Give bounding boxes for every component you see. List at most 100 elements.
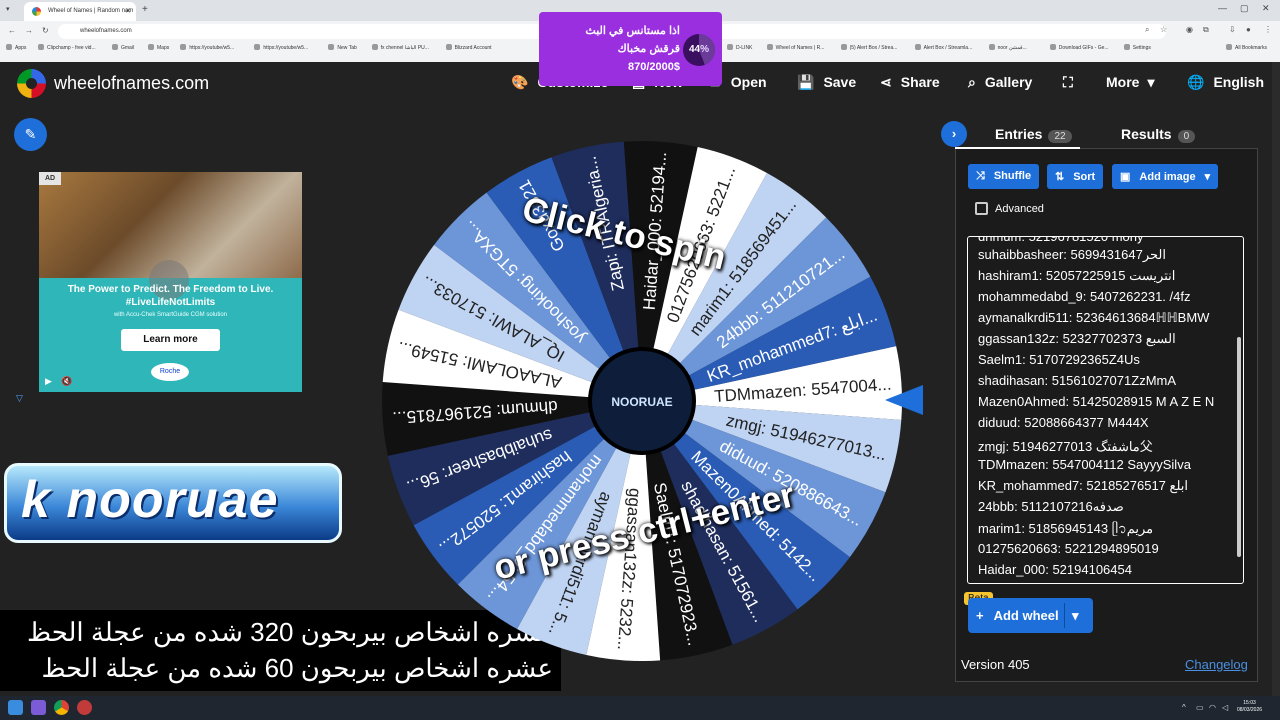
bookmark-item[interactable]: fx chennel الباشا PU...	[372, 44, 429, 51]
donation-percent: 44%	[683, 34, 715, 66]
tab-results[interactable]: Results 0	[1121, 126, 1196, 143]
add-wheel-button[interactable]: + Add wheel ▾	[968, 598, 1093, 633]
ad-badge: AD	[39, 172, 62, 185]
maximize-icon[interactable]: ▢	[1240, 3, 1249, 14]
site-name[interactable]: wheelofnames.com	[54, 73, 209, 94]
ad-subline: with Accu-Chek SmartGuide CGM solution	[113, 312, 228, 318]
bookmark-item[interactable]: Gmail	[112, 44, 134, 51]
obs-taskbar-icon[interactable]	[77, 700, 92, 715]
mute-icon[interactable]: 🔇	[61, 376, 72, 387]
browser-menu-icon[interactable]: ⋮	[1264, 25, 1272, 34]
back-icon[interactable]: ←	[8, 26, 16, 35]
bookmark-item[interactable]: Download GIFs - Ge...	[1050, 44, 1109, 51]
nav-label: English	[1213, 74, 1264, 90]
nav-fullscreen-button[interactable]: ⛶	[1063, 74, 1082, 91]
page-scrollbar[interactable]	[1272, 62, 1280, 696]
nav-gallery-button[interactable]: ⌕ Gallery	[968, 74, 1032, 91]
advanced-label: Advanced	[995, 203, 1044, 215]
tray-network-icon[interactable]: ▭	[1196, 703, 1204, 712]
tab-results-label: Results	[1121, 126, 1172, 142]
minimize-icon[interactable]: —	[1218, 3, 1227, 13]
entries-textarea[interactable]: dhmum: 52196781520 mohy suhaibbasheer: 5…	[967, 236, 1244, 584]
volume-icon[interactable]: ◁	[1222, 703, 1228, 712]
search-icon: ⌕	[968, 74, 976, 90]
windows-start-icon[interactable]	[8, 700, 23, 715]
wheel-pointer	[885, 385, 923, 415]
bookmark-item[interactable]: D-LINK	[727, 44, 752, 51]
shuffle-button[interactable]: ⤨ Shuffle	[968, 164, 1040, 189]
nav-share-button[interactable]: ⋖ Share	[880, 74, 940, 91]
palette-icon: 🎨	[511, 74, 529, 90]
bookmark-item[interactable]: https://youtube/w5...	[254, 44, 308, 51]
bookmark-item[interactable]: Maps	[148, 44, 169, 51]
donation-subtitle: قرقش مخباك	[617, 43, 680, 55]
adchoices-icon[interactable]: ▽	[16, 393, 23, 404]
bookmark-star-icon[interactable]: ☆	[1160, 25, 1167, 34]
entries-scrollbar[interactable]	[1237, 337, 1241, 557]
bookmark-item[interactable]: Apps	[6, 44, 26, 51]
active-tab-indicator	[955, 147, 1080, 149]
sort-label: Sort	[1073, 171, 1096, 183]
results-count-badge: 0	[1177, 130, 1196, 143]
image-icon: ▣	[1120, 171, 1131, 183]
profile-avatar[interactable]: ●	[1246, 25, 1251, 34]
tab-search-icon[interactable]: ▾	[6, 5, 10, 13]
entry-line: marim1: 51856945143 ᥫ᭡مريم	[978, 521, 1154, 536]
chevron-down-icon: ▾	[1204, 171, 1211, 183]
ad-play-icon[interactable]: ▶	[45, 376, 52, 387]
add-image-button[interactable]: ▣ Add image ▾	[1112, 164, 1219, 189]
new-tab-icon[interactable]: +	[142, 4, 148, 15]
nav-save-button[interactable]: 💾 Save	[797, 74, 856, 91]
donation-progress: 870/2000$	[628, 61, 680, 73]
learn-more-button[interactable]: Learn more	[121, 329, 220, 351]
chrome-taskbar-icon[interactable]	[54, 700, 69, 715]
edit-pencil-button[interactable]: ✎	[14, 118, 47, 151]
all-bookmarks[interactable]: All Bookmarks	[1226, 44, 1267, 51]
close-tab-icon[interactable]: ✕	[125, 7, 131, 15]
tab-entries-label: Entries	[995, 126, 1043, 142]
entry-line: 24bbb: 5112107216صدفه	[978, 499, 1124, 514]
bookmark-item[interactable]: Settings	[1124, 44, 1151, 51]
tray-chevron-icon[interactable]: ^	[1182, 703, 1186, 712]
extension-icon[interactable]: ◉	[1186, 25, 1193, 34]
tab-entries[interactable]: Entries 22	[995, 126, 1072, 143]
zoom-icon[interactable]: ⌕	[1145, 25, 1149, 35]
entry-line: shadihasan: 51561027071ZzMmA	[978, 373, 1177, 388]
bookmark-item[interactable]: (5) Alert Box / Strea...	[841, 44, 898, 51]
bookmark-item[interactable]: Alert Box / Streamla...	[915, 44, 973, 51]
browser-tab[interactable]: Wheel of Names | Random nam ✕	[24, 2, 136, 21]
donation-goal-widget: اذا مستانس في البث قرقش مخباك 870/2000$ …	[539, 12, 722, 86]
taskbar-clock[interactable]: 15:03 08/03/2026	[1237, 700, 1262, 714]
version-text: Version 405	[961, 657, 1030, 672]
downloads-icon[interactable]: ⇩	[1229, 25, 1236, 34]
forward-icon[interactable]: →	[25, 26, 33, 35]
wifi-icon[interactable]: ◠	[1209, 703, 1216, 712]
bookmark-item[interactable]: New Tab	[328, 44, 356, 51]
entry-line: diduud: 52088664377 M444X	[978, 415, 1149, 430]
entry-line-partial: dhmum: 52196781520 mohy	[978, 236, 1144, 244]
bookmark-item[interactable]: noor قمشن...	[989, 44, 1027, 51]
chevron-down-icon[interactable]: ▾	[1072, 608, 1079, 624]
sort-button[interactable]: ⇅ Sort	[1047, 164, 1104, 189]
entry-line: zmgj: 51946277013 ماشفتگ父	[978, 439, 1153, 454]
close-window-icon[interactable]: ✕	[1262, 3, 1270, 14]
nav-more-button[interactable]: More ▾	[1106, 74, 1163, 91]
site-logo[interactable]	[17, 69, 46, 98]
bookmark-item[interactable]: https://youtube/w5...	[180, 44, 234, 51]
changelog-link[interactable]: Changelog	[1185, 657, 1248, 672]
collapse-sidebar-button[interactable]: ›	[941, 121, 967, 147]
bookmark-item[interactable]: Clipchamp - free vid...	[38, 44, 96, 51]
nav-english-button[interactable]: 🌐 English	[1187, 74, 1264, 91]
donation-title: اذا مستانس في البث	[585, 25, 680, 37]
center-logo-text: NOORUAE	[611, 395, 672, 409]
url-text: wheelofnames.com	[80, 28, 132, 34]
bookmark-item[interactable]: Wheel of Names | R...	[767, 44, 825, 51]
bookmark-item[interactable]: Blizzard Account	[446, 44, 492, 51]
nav-label: Gallery	[984, 74, 1033, 90]
reload-icon[interactable]: ↻	[42, 26, 49, 35]
advanced-checkbox[interactable]	[975, 202, 988, 215]
extensions-puzzle-icon[interactable]: ⧉	[1203, 25, 1209, 35]
advertisement[interactable]: AD The Power to Predict. The Freedom to …	[39, 172, 302, 392]
app-icon[interactable]	[31, 700, 46, 715]
ad-headline: The Power to Predict. The Freedom to Liv…	[67, 284, 274, 308]
